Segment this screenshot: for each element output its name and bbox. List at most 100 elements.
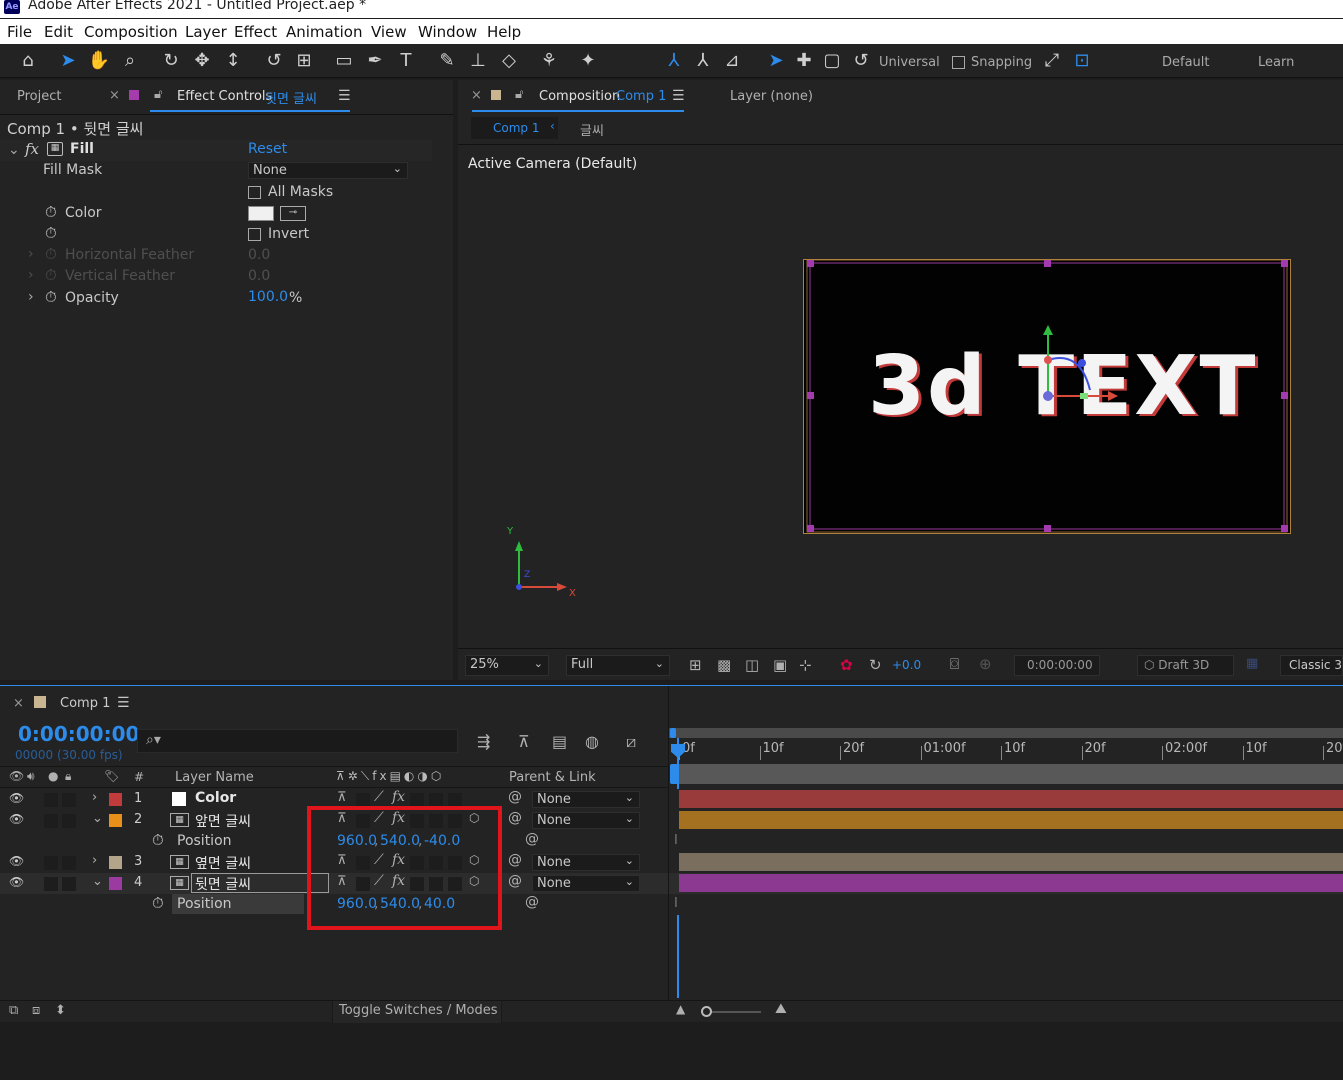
layer-row[interactable]: 👁︎ › 3 ▦ 옆면 글씨 ⊼ ⟋ fx ⬡ @ None ⌄ — [0, 852, 1343, 873]
keyframe-navigator-icon[interactable]: I — [674, 833, 678, 848]
chevron-down-icon[interactable]: ⌄ — [92, 811, 103, 826]
renderer-dropdown[interactable]: ⬡ Draft 3D — [1137, 655, 1234, 676]
property-name-cell[interactable]: Position — [172, 831, 304, 851]
menu-edit[interactable]: Edit — [44, 23, 73, 41]
fx-switch-icon[interactable]: fx — [392, 789, 405, 805]
visibility-eye-icon[interactable]: 👁︎ — [9, 854, 24, 868]
hand-tool-icon[interactable]: ✋ — [87, 49, 111, 73]
pan-behind-icon[interactable]: ⊞ — [292, 49, 316, 73]
3d-ground-plane-icon[interactable]: ▦ — [1246, 656, 1258, 671]
parent-dropdown[interactable]: None ⌄ — [532, 812, 640, 829]
all-masks-checkbox[interactable] — [248, 186, 261, 199]
collapse-switch[interactable] — [356, 793, 370, 807]
chevron-right-icon[interactable]: › — [28, 267, 34, 283]
snap-target-icon[interactable]: ⊡ — [1070, 49, 1094, 73]
lock-switch[interactable] — [62, 793, 76, 807]
opacity-value[interactable]: 100.0 — [248, 289, 288, 305]
tab-effect-controls[interactable]: Effect Controls — [177, 89, 272, 104]
expand-icon[interactable]: ⤢ — [1040, 49, 1064, 73]
solo-switch[interactable] — [44, 814, 58, 828]
frame-blend-switch[interactable] — [410, 793, 424, 807]
rectangle-tool-icon[interactable]: ▭ — [332, 49, 356, 73]
dolly-camera-icon[interactable]: ↕ — [221, 49, 245, 73]
menu-window[interactable]: Window — [418, 23, 477, 41]
layer-label-color[interactable] — [109, 877, 122, 890]
puppet-pin-icon[interactable]: ✦ — [576, 49, 600, 73]
stopwatch-icon[interactable]: ⏱︎ — [45, 288, 57, 306]
workspace-default[interactable]: Default — [1162, 55, 1210, 70]
parent-dropdown[interactable]: None ⌄ — [532, 791, 640, 808]
parent-dropdown[interactable]: None ⌄ — [532, 854, 640, 871]
layer-duration-bar[interactable] — [679, 811, 1343, 829]
color-swatch[interactable] — [248, 206, 274, 221]
layer-duration-bar[interactable] — [679, 790, 1343, 808]
reset-link[interactable]: Reset — [248, 141, 287, 157]
reset-exposure-icon[interactable]: ↻ — [869, 656, 882, 674]
roto-brush-icon[interactable]: ⚘ — [537, 49, 561, 73]
layer-name[interactable]: 앞면 글씨 — [195, 811, 251, 831]
solo-switch[interactable] — [44, 793, 58, 807]
timecode-field[interactable]: 0:00:00:00 — [1014, 655, 1100, 676]
adjustment-switch[interactable] — [448, 793, 462, 807]
parent-dropdown[interactable]: None ⌄ — [532, 875, 640, 892]
quality-switch-icon[interactable]: ⟋ — [374, 789, 384, 805]
motion-blur-switch[interactable] — [429, 793, 443, 807]
chevron-right-icon[interactable]: › — [28, 289, 34, 305]
scale-gizmo-icon[interactable]: ▢ — [820, 49, 844, 73]
classic-3d-dropdown[interactable]: Classic 3D — [1280, 655, 1343, 676]
menu-composition[interactable]: Composition — [84, 23, 178, 41]
menu-layer[interactable]: Layer — [185, 23, 227, 41]
pickwhip-spiral-icon[interactable]: @ — [508, 852, 522, 868]
pickwhip-spiral-icon[interactable]: @ — [525, 894, 539, 910]
axis-mode-label[interactable]: Universal — [879, 55, 940, 70]
channel-icon[interactable]: ✿ — [840, 656, 853, 674]
world-axis-icon[interactable]: ⅄ — [691, 49, 715, 73]
pickwhip-spiral-icon[interactable]: @ — [508, 873, 522, 889]
stopwatch-icon[interactable]: ⏱︎ — [45, 203, 57, 221]
close-tab-icon[interactable]: × — [471, 88, 482, 103]
menu-file[interactable]: File — [7, 23, 32, 41]
lock-switch[interactable] — [62, 814, 76, 828]
snapping-checkbox[interactable] — [952, 56, 965, 69]
move-gizmo-icon[interactable]: ✚ — [792, 49, 816, 73]
chevron-down-icon[interactable]: ⌄ — [8, 142, 20, 158]
layer-name[interactable]: 옆면 글씨 — [195, 853, 251, 873]
snapshot-region-icon[interactable]: ⊞ — [689, 656, 702, 674]
invert-checkbox[interactable] — [248, 228, 261, 241]
zoom-in-icon[interactable]: ⛰︎ — [775, 1001, 787, 1017]
menu-effect[interactable]: Effect — [234, 23, 277, 41]
transfer-controls-toggle-icon[interactable]: ⧈ — [32, 1003, 40, 1018]
tab-comp-name[interactable]: Comp 1 — [616, 89, 666, 104]
stopwatch-icon[interactable]: ⏱︎ — [45, 224, 57, 242]
tab-project[interactable]: Project — [17, 89, 61, 104]
pickwhip-spiral-icon[interactable]: @ — [525, 831, 539, 847]
eraser-tool-icon[interactable]: ◇ — [497, 49, 521, 73]
clone-stamp-icon[interactable]: ⊥ — [466, 49, 490, 73]
lock-icon[interactable]: 🔓︎ — [154, 87, 162, 102]
type-tool-icon[interactable]: T — [394, 49, 418, 73]
pan-camera-icon[interactable]: ✥ — [190, 49, 214, 73]
layer-label-color[interactable] — [109, 814, 122, 827]
zoom-out-icon[interactable]: ▲ — [676, 1002, 685, 1016]
pickwhip-spiral-icon[interactable]: @ — [508, 789, 522, 805]
layer-breadcrumb[interactable]: 글씨 — [580, 120, 604, 139]
property-name-cell[interactable]: Position — [172, 894, 304, 914]
layer-duration-bar[interactable] — [679, 874, 1343, 892]
local-axis-icon[interactable]: ⅄ — [662, 49, 686, 73]
solo-switch[interactable] — [44, 856, 58, 870]
timeline-divider[interactable] — [668, 686, 669, 1001]
rotate-tool-icon[interactable]: ↺ — [262, 49, 286, 73]
fx-icon[interactable]: fx — [25, 140, 39, 158]
effect-row-fill[interactable]: ⌄ fx ▦ Fill Reset — [0, 140, 432, 161]
layer-row[interactable]: 👁︎ ⌄ 2 ▦ 앞면 글씨 ⊼ ⟋ fx ⬡ @ None ⌄ — [0, 810, 1343, 831]
stopwatch-icon[interactable]: ⏱︎ — [152, 894, 164, 912]
zoom-tool-icon[interactable]: ⌕ — [118, 49, 142, 73]
resolution-dropdown[interactable]: Full ⌄ — [566, 655, 670, 676]
comp-breadcrumb-pill[interactable]: Comp 1 ‹ — [471, 117, 558, 139]
zoom-dropdown[interactable]: 25% ⌄ — [465, 655, 549, 676]
pen-tool-icon[interactable]: ✒ — [363, 49, 387, 73]
mask-path-icon[interactable]: ◫ — [745, 656, 759, 674]
visibility-eye-icon[interactable]: 👁︎ — [9, 875, 24, 889]
transparency-grid-icon[interactable]: ▩ — [717, 656, 731, 674]
layer-switches-toggle-icon[interactable]: ⧉ — [9, 1003, 18, 1018]
